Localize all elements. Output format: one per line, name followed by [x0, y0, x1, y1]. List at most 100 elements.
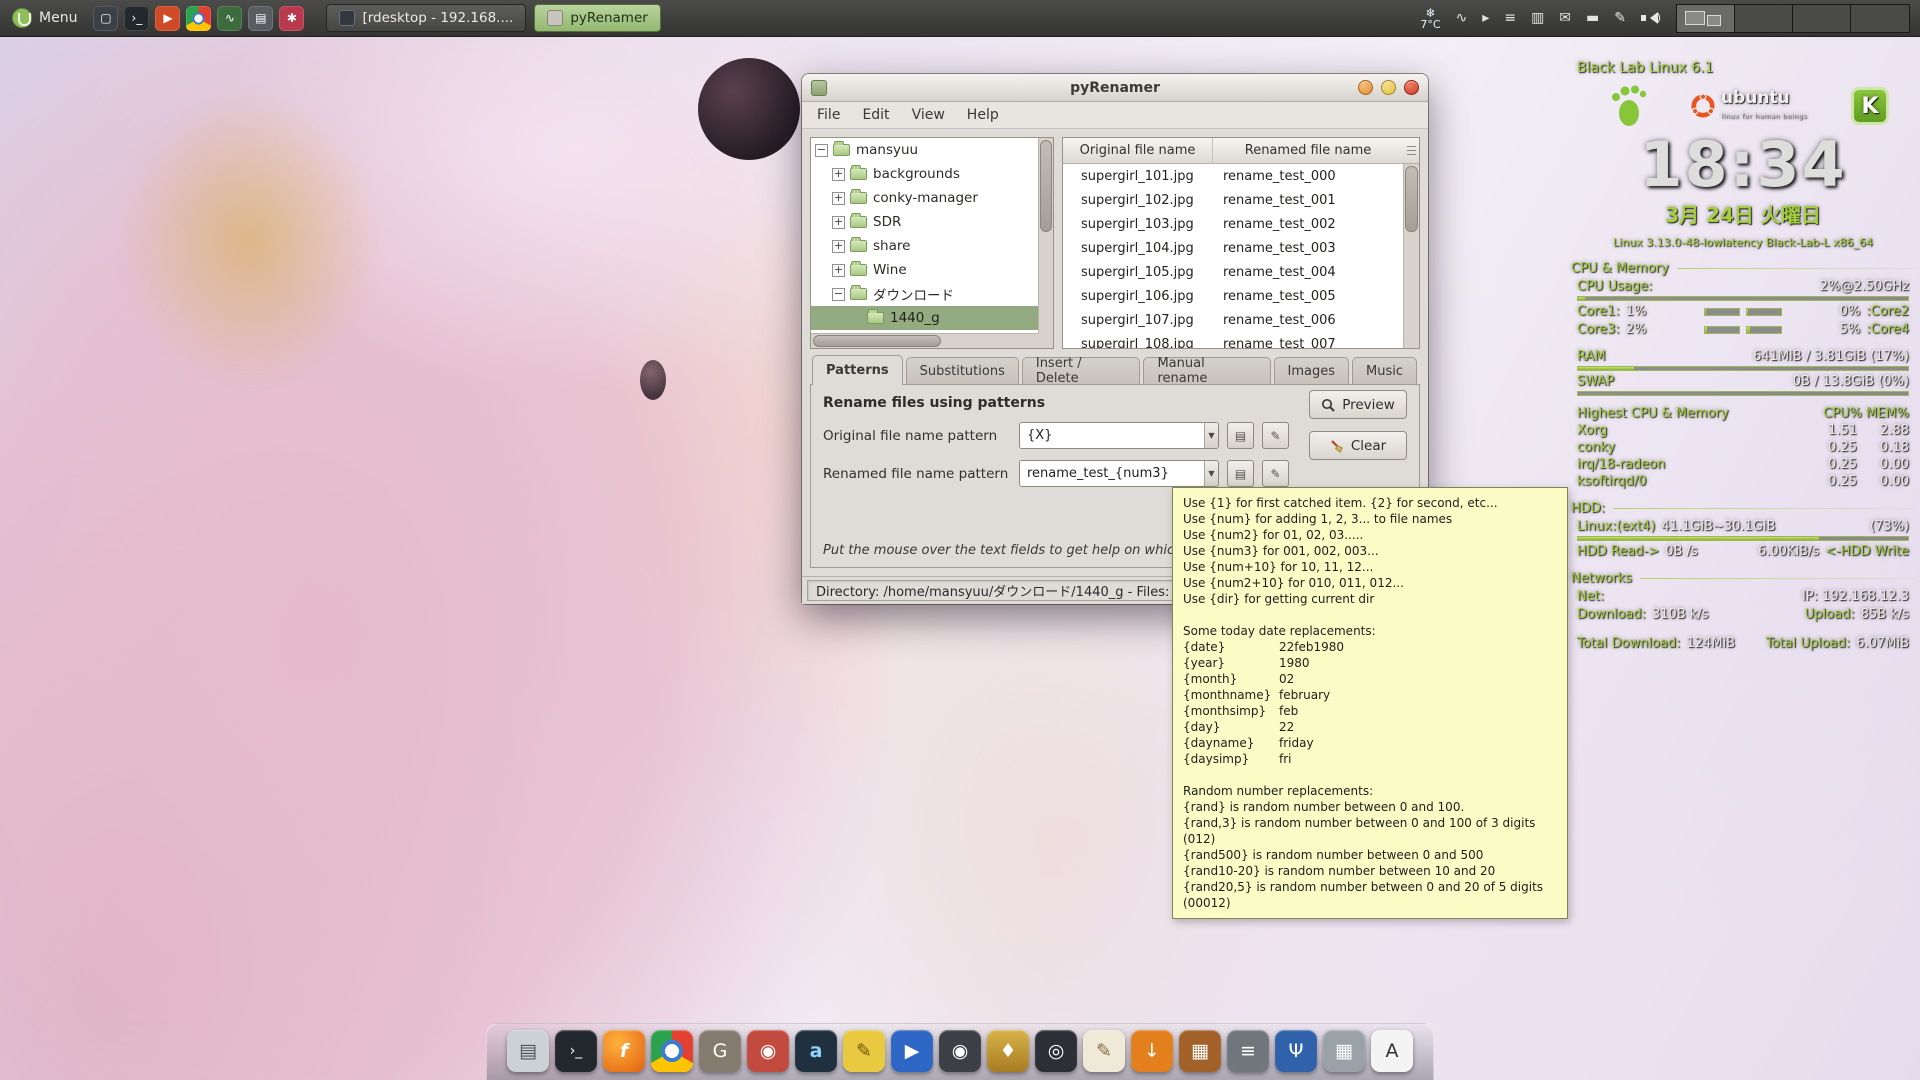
file-list-scrollbar[interactable] — [1403, 164, 1419, 348]
titlebar[interactable]: pyRenamer — [802, 74, 1428, 102]
taskbar-item-rdesktop[interactable]: [rdesktop - 192.168.... — [326, 4, 526, 32]
printer-icon[interactable]: ▤ — [248, 6, 273, 31]
tree-item-wine[interactable]: + Wine — [811, 258, 1038, 282]
dock-icon-audio-app[interactable]: ♦ — [987, 1030, 1029, 1072]
dock-icon-music-player[interactable]: a — [795, 1030, 837, 1072]
dock-icon-firefox[interactable]: f — [603, 1030, 645, 1072]
renamed-pattern-input[interactable] — [1020, 461, 1204, 486]
dock-icon-print-scanner[interactable]: ▤ — [507, 1030, 549, 1072]
dock-icon-image-editor[interactable]: G — [699, 1030, 741, 1072]
file-row[interactable]: supergirl_107.jpgrename_test_006 — [1063, 308, 1403, 332]
column-config-button[interactable] — [1403, 138, 1419, 164]
preview-button[interactable]: Preview — [1309, 390, 1407, 419]
menu-button[interactable]: Menu — [0, 0, 89, 36]
expand-expander-icon[interactable]: + — [832, 192, 845, 205]
pattern-presets-button[interactable]: ▤ — [1227, 460, 1254, 487]
tree-item-share[interactable]: + share — [811, 234, 1038, 258]
menu-edit[interactable]: Edit — [851, 103, 900, 127]
close-button[interactable] — [1404, 80, 1419, 95]
dropdown-arrow-icon[interactable]: ▼ — [1204, 423, 1218, 448]
tree-item-1440g-selected[interactable]: 1440_g — [811, 306, 1038, 330]
pattern-edit-button[interactable]: ✎ — [1262, 422, 1289, 449]
workspace-4[interactable] — [1851, 5, 1909, 32]
eject-icon[interactable]: ▬ — [1586, 11, 1599, 25]
browser-icon[interactable]: ◍ — [186, 6, 211, 31]
pattern-edit-button[interactable]: ✎ — [1262, 460, 1289, 487]
mail-icon[interactable]: ✉ — [1559, 11, 1571, 25]
menu-file[interactable]: File — [806, 103, 851, 127]
dock-icon-text-editor[interactable]: ✎ — [1083, 1030, 1125, 1072]
file-row[interactable]: supergirl_108.jpgrename_test_007 — [1063, 332, 1403, 348]
dock-icon-font-tool[interactable]: A — [1371, 1030, 1413, 1072]
dock-icon-disc-player[interactable]: ◎ — [1035, 1030, 1077, 1072]
file-row[interactable]: supergirl_105.jpgrename_test_004 — [1063, 260, 1403, 284]
scrollbar-thumb[interactable] — [1405, 166, 1418, 232]
tab-images[interactable]: Images — [1274, 357, 1350, 384]
send-icon[interactable]: ▸ — [1482, 11, 1489, 25]
dock-icon-sound-mixer[interactable]: ≡ — [1227, 1030, 1269, 1072]
tab-patterns[interactable]: Patterns — [812, 355, 903, 385]
column-header-original[interactable]: Original file name — [1063, 138, 1213, 164]
folder-icon — [850, 168, 867, 180]
scrollbar-thumb[interactable] — [1040, 140, 1052, 232]
raspberry-icon[interactable]: ✱ — [279, 6, 304, 31]
file-row[interactable]: supergirl_103.jpgrename_test_002 — [1063, 212, 1403, 236]
dock-icon-usb-drive[interactable]: ↓ — [1131, 1030, 1173, 1072]
tree-item-conky-manager[interactable]: + conky-manager — [811, 186, 1038, 210]
bar-chart-icon[interactable]: ▥ — [1531, 11, 1544, 25]
dock-icon-extensions[interactable]: ▦ — [1323, 1030, 1365, 1072]
workspace-3[interactable] — [1793, 5, 1851, 32]
tab-manual-rename[interactable]: Manual rename — [1143, 357, 1270, 384]
dock-icon-dock-settings[interactable]: Ψ — [1275, 1030, 1317, 1072]
tree-item-downloads[interactable]: − ダウンロード — [811, 282, 1038, 306]
terminal-icon[interactable]: ›_ — [124, 6, 149, 31]
expand-expander-icon[interactable]: + — [832, 264, 845, 277]
media-app-icon[interactable]: ▶ — [155, 6, 180, 31]
tree-horizontal-scrollbar[interactable] — [811, 333, 1038, 348]
dropdown-arrow-icon[interactable]: ▼ — [1204, 461, 1218, 486]
dock-icon-package-manager[interactable]: ▦ — [1179, 1030, 1221, 1072]
pulse-icon[interactable]: ∿ — [1456, 11, 1468, 25]
workspace-1[interactable] — [1677, 5, 1735, 32]
expand-expander-icon[interactable]: + — [832, 216, 845, 229]
file-row[interactable]: supergirl_104.jpgrename_test_003 — [1063, 236, 1403, 260]
minimize-button[interactable] — [1358, 80, 1373, 95]
menu-view[interactable]: View — [901, 103, 956, 127]
workspace-2[interactable] — [1735, 5, 1793, 32]
tree-item-mansyuu[interactable]: − mansyuu — [811, 138, 1038, 162]
file-row[interactable]: supergirl_102.jpgrename_test_001 — [1063, 188, 1403, 212]
stylus-icon[interactable]: ✎ — [1614, 11, 1626, 25]
file-row[interactable]: supergirl_101.jpgrename_test_000 — [1063, 164, 1403, 188]
tab-insert-delete[interactable]: Insert / Delete — [1022, 357, 1141, 384]
menu-list-icon[interactable]: ≡ — [1504, 11, 1516, 25]
collapse-expander-icon[interactable]: − — [815, 144, 828, 157]
dock-icon-terminal[interactable]: ›_ — [555, 1030, 597, 1072]
pattern-presets-button[interactable]: ▤ — [1227, 422, 1254, 449]
tab-music[interactable]: Music — [1352, 357, 1417, 384]
display-icon[interactable]: ▢ — [93, 6, 118, 31]
scrollbar-thumb[interactable] — [813, 335, 941, 347]
tab-substitutions[interactable]: Substitutions — [906, 357, 1019, 384]
system-monitor-icon[interactable]: ∿ — [217, 6, 242, 31]
menu-help[interactable]: Help — [956, 103, 1010, 127]
dock-icon-camera[interactable]: ◉ — [939, 1030, 981, 1072]
file-row[interactable]: supergirl_106.jpgrename_test_005 — [1063, 284, 1403, 308]
tab-bar: Patterns Substitutions Insert / Delete M… — [810, 355, 1420, 384]
tree-item-backgrounds[interactable]: + backgrounds — [811, 162, 1038, 186]
original-pattern-input[interactable] — [1020, 423, 1204, 448]
tree-vertical-scrollbar[interactable] — [1038, 138, 1053, 333]
maximize-button[interactable] — [1381, 80, 1396, 95]
dock-icon-chrome[interactable] — [651, 1030, 693, 1072]
dock-icon-photo-viewer[interactable]: ◉ — [747, 1030, 789, 1072]
tree-item-sdr[interactable]: + SDR — [811, 210, 1038, 234]
dock-icon-notes[interactable]: ✎ — [843, 1030, 885, 1072]
taskbar-item-pyrenamer[interactable]: pyRenamer — [534, 4, 660, 32]
expand-expander-icon[interactable]: + — [832, 240, 845, 253]
collapse-expander-icon[interactable]: − — [832, 288, 845, 301]
volume-icon[interactable]: ) — [1641, 10, 1661, 26]
dock-icon-video-player[interactable]: ▶ — [891, 1030, 933, 1072]
expand-expander-icon[interactable]: + — [832, 168, 845, 181]
weather-applet[interactable]: ❄ 7°C — [1420, 7, 1440, 30]
clear-button[interactable]: Clear — [1309, 431, 1407, 460]
column-header-renamed[interactable]: Renamed file name — [1213, 138, 1403, 164]
